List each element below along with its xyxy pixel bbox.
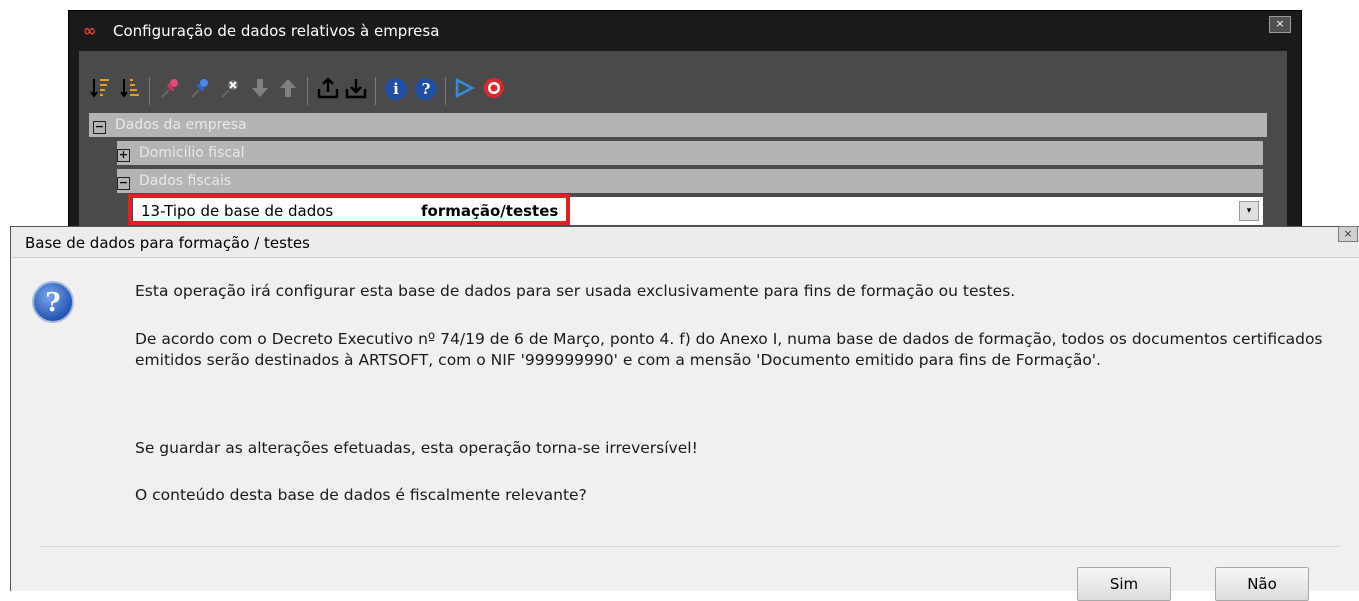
highlight-box [128,194,570,225]
tree-node-domicilio-fiscal[interactable]: + Domicílio fiscal [117,141,1263,165]
expand-icon[interactable]: + [117,149,130,162]
power-icon[interactable] [483,77,505,102]
sort-asc-icon[interactable] [89,77,111,102]
arrow-up-icon[interactable] [277,77,299,102]
toolbar-separator [445,77,446,105]
tree-node-label: Domicílio fiscal [139,145,245,161]
tree-node-label: Dados fiscais [139,173,232,189]
no-button[interactable]: Não [1215,567,1309,601]
chevron-down-icon[interactable]: ▾ [1239,201,1259,221]
config-window-close-button[interactable]: × [1269,16,1291,33]
config-window: ∞ Configuração de dados relativos à empr… [68,10,1302,242]
info-icon[interactable]: i [385,77,407,100]
dialog-titlebar: Base de dados para formação / testes × [11,226,1359,258]
toolbar-separator [149,77,150,105]
config-window-client: i ? − Dados da empresa + Domicílio fiscal … [79,51,1287,239]
play-icon[interactable] [453,77,475,102]
dialog-divider [39,546,1339,547]
pin-red-icon[interactable] [159,77,181,102]
yes-button[interactable]: Sim [1077,567,1171,601]
collapse-icon[interactable]: − [93,121,106,134]
question-icon: ? [32,281,74,323]
collapse-icon[interactable]: − [117,177,130,190]
pin-remove-icon[interactable] [219,77,241,102]
toolbar-separator [307,77,308,105]
dialog-close-button[interactable]: × [1338,226,1358,242]
app-logo-icon: ∞ [83,21,96,40]
dialog-message-3: Se guardar as alterações efetuadas, esta… [135,439,698,457]
toolbar-separator [375,77,376,105]
tree-node-label: Dados da empresa [115,117,247,133]
tree-node-dados-empresa[interactable]: − Dados da empresa [89,113,1267,137]
dialog-message-4: O conteúdo desta base de dados é fiscalm… [135,486,587,504]
dialog-title: Base de dados para formação / testes [25,234,310,252]
confirm-dialog: Base de dados para formação / testes × ?… [10,226,1359,601]
import-icon[interactable] [345,77,367,102]
pin-blue-icon[interactable] [189,77,211,102]
arrow-down-icon[interactable] [249,77,271,102]
dialog-message-2: De acordo com o Decreto Executivo nº 74/… [135,330,1323,369]
dialog-body: ? Esta operação irá configurar esta base… [11,258,1359,601]
dialog-message-1: Esta operação irá configurar esta base d… [135,282,1016,300]
help-icon[interactable]: ? [415,77,437,100]
tree-node-dados-fiscais[interactable]: − Dados fiscais [117,169,1263,193]
config-window-title: Configuração de dados relativos à empres… [113,22,440,40]
export-icon[interactable] [317,77,339,102]
config-window-titlebar: ∞ Configuração de dados relativos à empr… [69,11,1301,47]
sort-desc-icon[interactable] [119,77,141,102]
